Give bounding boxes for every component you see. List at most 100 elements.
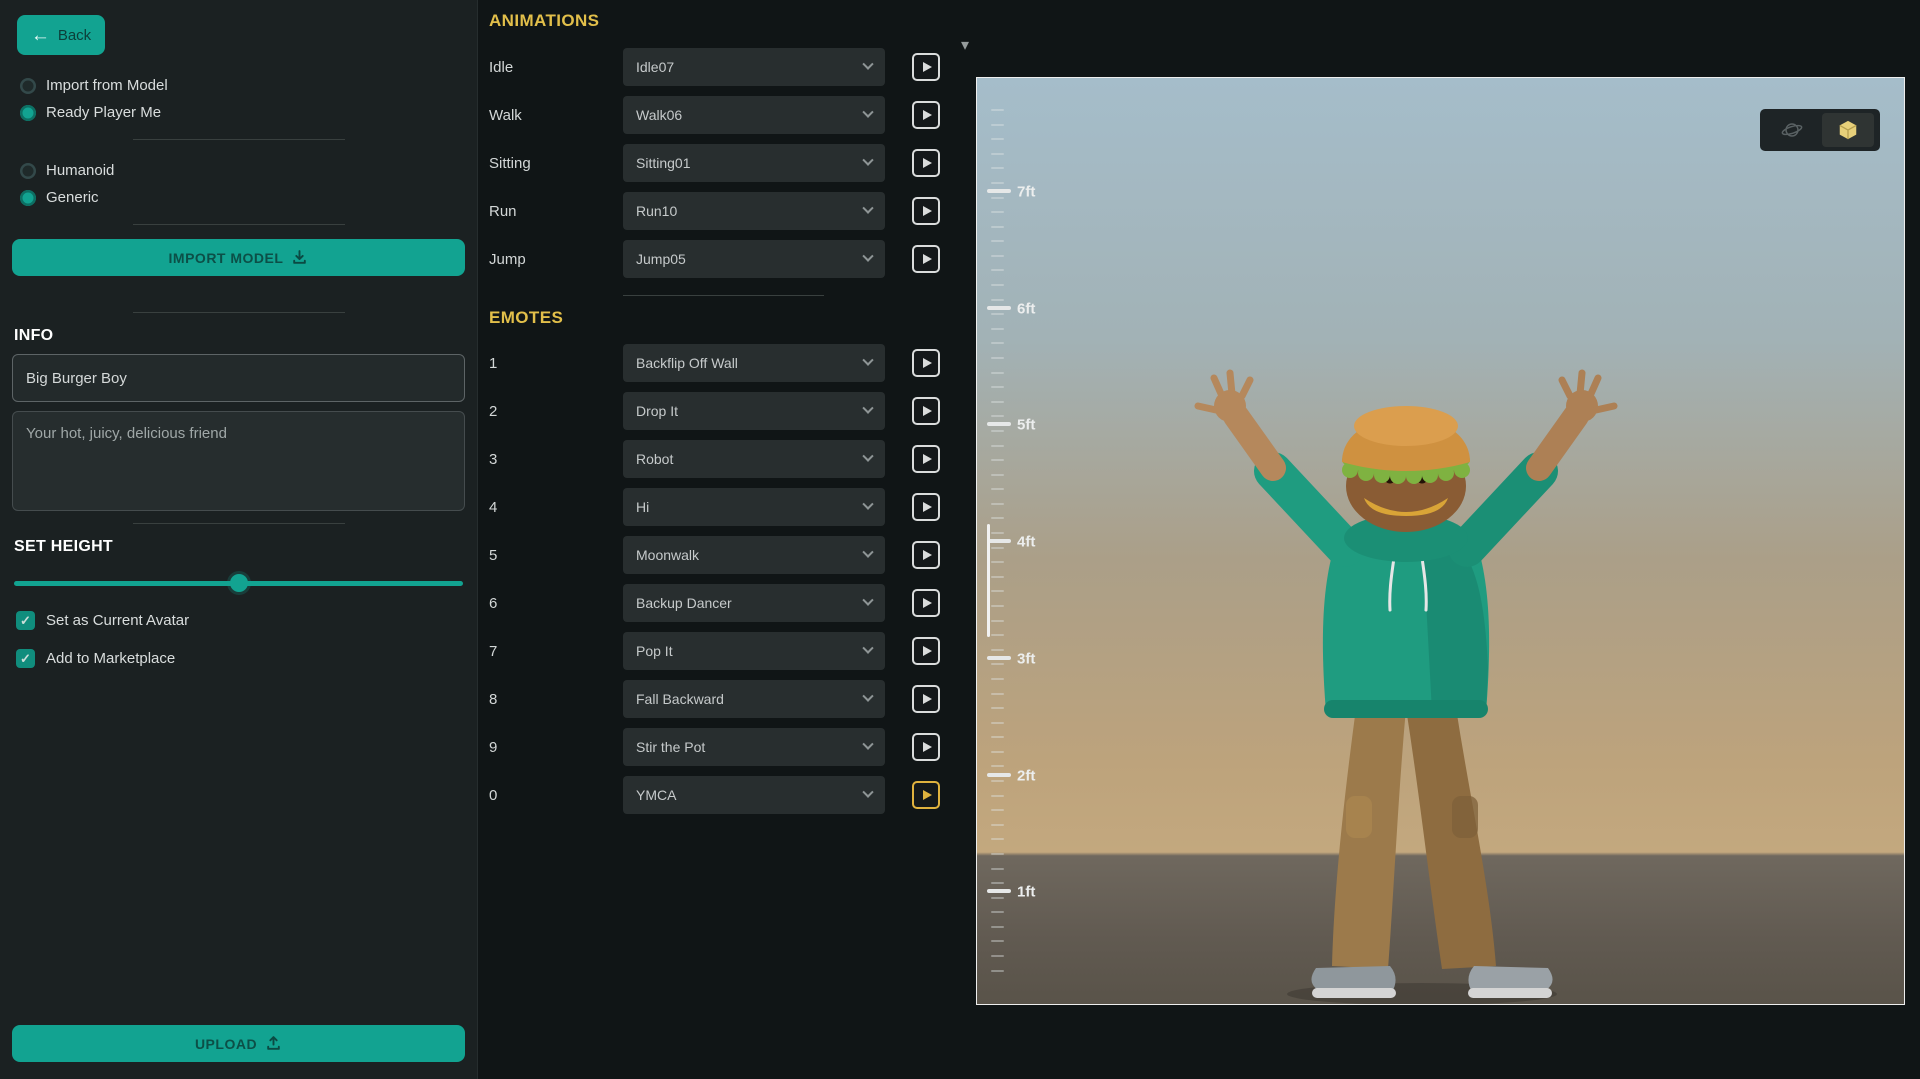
ruler-label: 4ft [1017, 534, 1035, 551]
cube-view-button[interactable] [1822, 113, 1874, 147]
ruler-tick [991, 386, 1004, 388]
row-label: Run [489, 203, 623, 220]
play-button[interactable] [912, 781, 940, 809]
emote-select[interactable]: Pop It [623, 632, 885, 670]
emote-select[interactable]: Backup Dancer [623, 584, 885, 622]
chevron-down-icon [862, 155, 873, 166]
ruler-tick [991, 926, 1004, 928]
ruler-tick [991, 547, 1004, 549]
emote-select[interactable]: Drop It [623, 392, 885, 430]
chevron-down-icon [862, 59, 873, 70]
emote-select[interactable]: Backflip Off Wall [623, 344, 885, 382]
collapse-arrow-icon[interactable]: ▾ [961, 38, 969, 54]
chevron-down-icon [862, 787, 873, 798]
play-button[interactable] [912, 397, 940, 425]
play-button[interactable] [912, 445, 940, 473]
play-icon [923, 158, 932, 168]
ruler-tick [991, 663, 1004, 665]
play-icon [923, 454, 932, 464]
play-icon [923, 646, 932, 656]
play-button[interactable] [912, 493, 940, 521]
avatar-description-input[interactable]: Your hot, juicy, delicious friend [12, 411, 465, 511]
radio-option[interactable]: Import from Model [20, 77, 465, 94]
play-button[interactable] [912, 349, 940, 377]
play-button[interactable] [912, 733, 940, 761]
ruler-tick [991, 722, 1004, 724]
play-button[interactable] [912, 53, 940, 81]
radio-option[interactable]: Ready Player Me [20, 104, 465, 121]
divider [133, 224, 345, 225]
chevron-down-icon [862, 499, 873, 510]
animation-select[interactable]: Idle07 [623, 48, 885, 86]
emote-select[interactable]: Moonwalk [623, 536, 885, 574]
ruler-tick [991, 897, 1004, 899]
emote-select[interactable]: Hi [623, 488, 885, 526]
ruler-label: 3ft [1017, 650, 1035, 667]
animation-row: WalkWalk06 [489, 91, 959, 139]
checkbox-option[interactable]: ✓Add to Marketplace [16, 649, 465, 668]
animation-row: SittingSitting01 [489, 139, 959, 187]
play-button[interactable] [912, 149, 940, 177]
avatar-name-input[interactable] [12, 354, 465, 402]
import-model-button[interactable]: IMPORT MODEL [12, 239, 465, 276]
play-button[interactable] [912, 637, 940, 665]
animation-row: 8Fall Backward [489, 675, 959, 723]
radio-option[interactable]: Humanoid [20, 162, 465, 179]
ruler-tick [991, 561, 1004, 563]
radio-option[interactable]: Generic [20, 189, 465, 206]
play-button[interactable] [912, 589, 940, 617]
height-ruler: 7ft6ft5ft4ft3ft2ft1ft [977, 78, 1107, 1004]
play-icon [923, 358, 932, 368]
animation-select[interactable]: Sitting01 [623, 144, 885, 182]
chevron-down-icon [862, 203, 873, 214]
checkbox-option[interactable]: ✓Set as Current Avatar [16, 611, 465, 630]
play-button[interactable] [912, 685, 940, 713]
animation-row: 5Moonwalk [489, 531, 959, 579]
ruler-tick-major [987, 889, 1011, 893]
play-icon [923, 110, 932, 120]
ruler-tick [991, 605, 1004, 607]
animation-select[interactable]: Run10 [623, 192, 885, 230]
select-value: YMCA [636, 787, 676, 803]
chevron-down-icon [862, 355, 873, 366]
emote-select[interactable]: Fall Backward [623, 680, 885, 718]
avatar-viewport[interactable]: 7ft6ft5ft4ft3ft2ft1ft [976, 77, 1905, 1005]
back-button[interactable]: ← Back [17, 15, 105, 55]
row-label: Walk [489, 107, 623, 124]
emote-select[interactable]: YMCA [623, 776, 885, 814]
ruler-tick [991, 226, 1004, 228]
play-icon [923, 742, 932, 752]
checkbox-group: ✓Set as Current Avatar ✓Add to Marketplac… [12, 611, 465, 668]
play-icon [923, 694, 932, 704]
select-value: Pop It [636, 643, 673, 659]
play-button[interactable] [912, 541, 940, 569]
ruler-tick [991, 211, 1004, 213]
import-model-label: IMPORT MODEL [169, 250, 284, 266]
row-label: 3 [489, 451, 623, 468]
animation-select[interactable]: Walk06 [623, 96, 885, 134]
cube-icon [1837, 119, 1859, 141]
animation-select[interactable]: Jump05 [623, 240, 885, 278]
ruler-tick [991, 751, 1004, 753]
ruler-tick [991, 459, 1004, 461]
emote-select[interactable]: Robot [623, 440, 885, 478]
play-button[interactable] [912, 101, 940, 129]
select-value: Run10 [636, 203, 677, 219]
back-arrow-icon: ← [31, 26, 50, 45]
play-button[interactable] [912, 197, 940, 225]
ruler-tick-major [987, 773, 1011, 777]
orbit-button[interactable] [1766, 113, 1818, 147]
upload-icon [265, 1035, 282, 1052]
height-slider[interactable] [14, 574, 463, 592]
height-slider-thumb[interactable] [230, 574, 248, 592]
download-icon [291, 249, 308, 266]
ruler-tick [991, 255, 1004, 257]
radio-icon [20, 190, 36, 206]
upload-button[interactable]: UPLOAD [12, 1025, 465, 1062]
ruler-label: 2ft [1017, 767, 1035, 784]
emote-select[interactable]: Stir the Pot [623, 728, 885, 766]
select-value: Hi [636, 499, 649, 515]
play-button[interactable] [912, 245, 940, 273]
ruler-tick [991, 109, 1004, 111]
ruler-tick [991, 824, 1004, 826]
